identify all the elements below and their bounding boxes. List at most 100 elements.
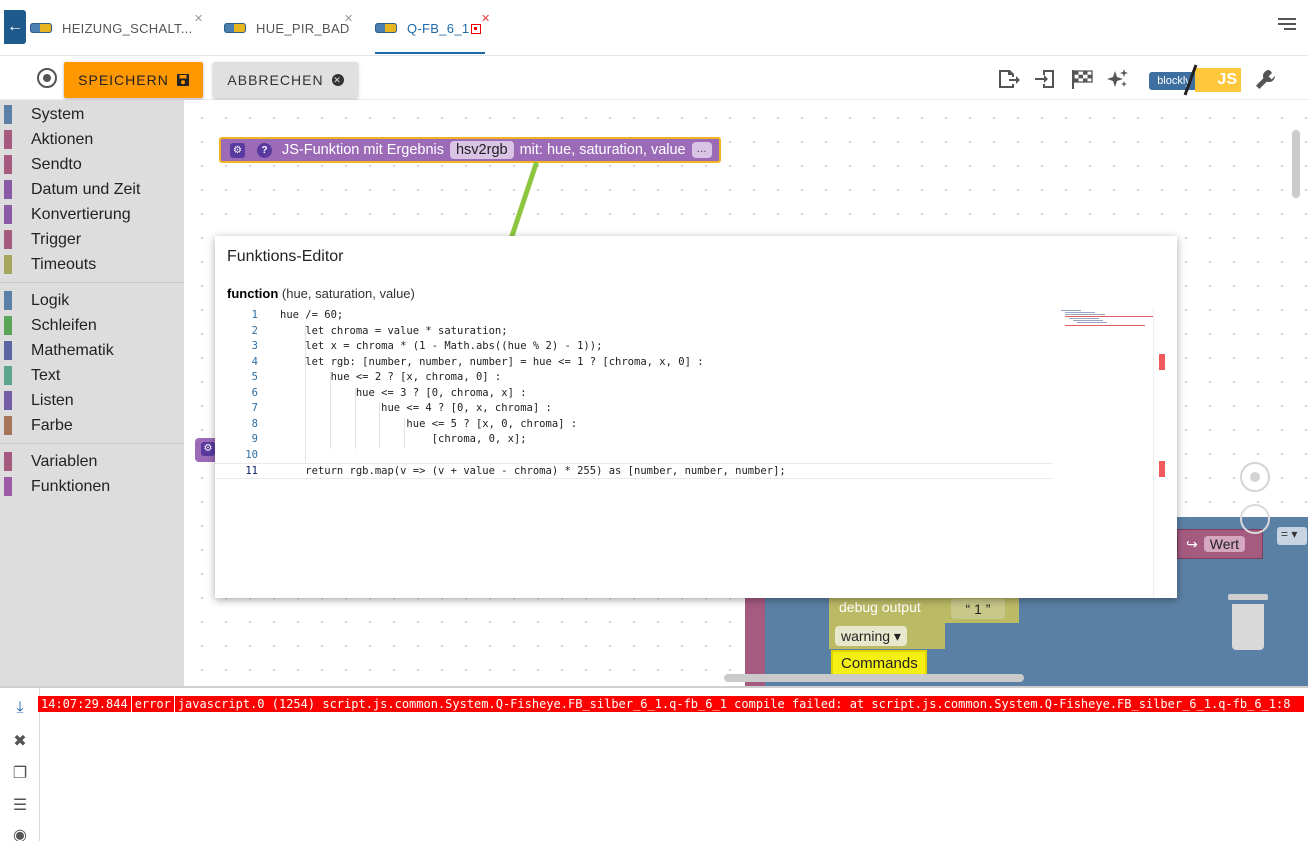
category-label: Mathematik [31,342,114,359]
help-icon[interactable]: ? [257,142,272,158]
log-entry-error[interactable]: 14:07:29.844 error javascript.0 (1254) s… [38,696,1304,712]
code-line[interactable]: 4 let rgb: [number, number, number] = hu… [215,355,1053,371]
scroll-down-icon[interactable]: ⤓ [10,698,30,718]
debug-output-block[interactable]: debug output “ 1 ” [829,595,1019,623]
line-code: let rgb: [number, number, number] = hue … [280,355,704,368]
category-color [4,391,12,410]
category-trigger[interactable]: Trigger [0,227,184,252]
tab-heizung[interactable]: HEIZUNG_SCHALT... ✕ [30,0,203,56]
save-button-label: SPEICHERN [78,72,169,88]
code-line-current[interactable]: 11 return rgb.map(v => (v + value - chro… [215,463,1053,479]
js-function-block[interactable]: ⚙ ? JS-Funktion mit Ergebnis hsv2rgb mit… [219,137,721,163]
category-text[interactable]: Text [0,363,184,388]
category-label: Text [31,367,61,384]
function-params-label: mit: hue, saturation, value [519,142,686,158]
category-label: Listen [31,392,74,409]
line-code: hue <= 5 ? [x, 0, chroma] : [280,417,578,430]
zoom-reset-icon[interactable] [1240,462,1270,492]
category-color [4,205,12,224]
category-label: Trigger [31,231,82,248]
category-label: Sendto [31,156,82,173]
log-level: error [132,696,175,712]
category-color [4,255,12,274]
debug-value-field[interactable]: “ 1 ” [951,599,1005,619]
export-icon[interactable] [997,68,1021,90]
close-icon[interactable]: ✕ [194,12,204,25]
wrench-icon[interactable] [1254,68,1278,90]
code-editor[interactable]: 1 hue /= 60; 2 let chroma = value * satur… [215,308,1053,479]
code-line[interactable]: 7 hue <= 4 ? [0, x, chroma] : [215,401,1053,417]
category-mathematik[interactable]: Mathematik [0,338,184,363]
tab-hue-pir-bad[interactable]: HUE_PIR_BAD ✕ [224,0,353,56]
copy-icon[interactable]: ❐ [10,764,30,784]
error-badge-icon [471,24,482,34]
category-datum-und-zeit[interactable]: Datum und Zeit [0,177,184,202]
blockly-script-icon [375,23,397,33]
line-number: 8 [251,417,258,430]
view-details-icon[interactable]: ☰ [10,796,30,816]
import-icon[interactable] [1034,68,1058,90]
code-line[interactable]: 5 hue <= 2 ? [x, chroma, 0] : [215,370,1053,386]
category-logik[interactable]: Logik [0,288,184,313]
horizontal-scrollbar[interactable] [724,674,1024,682]
wert-field[interactable]: Wert [1203,536,1246,552]
category-farbe[interactable]: Farbe [0,413,184,438]
open-editor-button[interactable]: ... [691,142,712,158]
category-system[interactable]: System [0,102,184,127]
line-code: hue <= 2 ? [x, chroma, 0] : [280,371,502,383]
cancel-button[interactable]: ABBRECHEN ✕ [213,62,358,98]
category-listen[interactable]: Listen [0,388,184,413]
back-button[interactable]: ← [4,10,26,44]
code-line[interactable]: 2 let chroma = value * saturation; [215,324,1053,340]
menu-icon[interactable] [1278,18,1296,32]
code-line[interactable]: 1 hue /= 60; [215,308,1053,324]
category-sendto[interactable]: Sendto [0,152,184,177]
trash-icon[interactable] [1228,594,1268,650]
blockly-js-toggle[interactable]: blockly JS [1143,64,1243,96]
save-button[interactable]: SPEICHERN [64,62,203,98]
code-line[interactable]: 6 hue <= 3 ? [0, chroma, x] : [215,386,1053,402]
code-line[interactable]: 9 [chroma, 0, x]; [215,432,1053,448]
category-color [4,341,12,360]
close-icon[interactable]: ✕ [481,12,491,25]
category-aktionen[interactable]: Aktionen [0,127,184,152]
toolbox-separator [0,282,184,283]
code-line[interactable]: 10 [215,448,1053,464]
category-schleifen[interactable]: Schleifen [0,313,184,338]
target-icon[interactable] [37,68,57,88]
wert-block[interactable]: ↪ Wert [1177,529,1263,559]
category-timeouts[interactable]: Timeouts [0,252,184,277]
category-color [4,155,12,174]
code-minimap[interactable] [1061,308,1153,328]
toolbox-separator [0,443,184,444]
tab-q-fb-6-1[interactable]: Q-FB_6_1 ✕ [375,0,490,56]
hide-icon[interactable]: ◉ [10,826,30,841]
sparkle-icon[interactable] [1106,68,1130,90]
function-name-field[interactable]: hsv2rgb [449,141,514,159]
category-color [4,316,12,335]
line-code: hue /= 60; [280,309,344,321]
log-level-block[interactable]: warning ▾ [829,623,945,649]
log-level-dropdown[interactable]: warning ▾ [835,626,907,646]
clear-log-icon[interactable]: ✖ [10,732,30,752]
category-color [4,477,12,496]
code-line[interactable]: 3 let x = chroma * (1 - Math.abs((hue % … [215,339,1053,355]
tab-label: Q-FB_6_1 [407,20,470,36]
editor-toolbar: SPEICHERN ABBRECHEN ✕ blockly JS [0,56,1308,100]
compare-operator-dropdown[interactable]: = ▾ [1277,527,1307,545]
category-funktionen[interactable]: Funktionen [0,474,184,499]
gear-icon[interactable]: ⚙ [230,142,245,158]
tab-label: HUE_PIR_BAD [256,20,350,36]
category-konvertierung[interactable]: Konvertierung [0,202,184,227]
checkered-flag-icon[interactable] [1070,68,1094,90]
vertical-scrollbar[interactable] [1292,130,1300,198]
category-variablen[interactable]: Variablen [0,449,184,474]
close-circle-icon: ✕ [331,74,344,86]
editor-overview-ruler[interactable] [1153,308,1167,598]
zoom-in-icon[interactable] [1240,504,1270,534]
line-number: 9 [251,433,258,445]
category-label: Konvertierung [31,206,131,223]
log-text: script.js.common.System.Q-Fisheye.FB_sil… [322,697,1291,711]
close-icon[interactable]: ✕ [344,12,354,25]
code-line[interactable]: 8 hue <= 5 ? [x, 0, chroma] : [215,417,1053,433]
